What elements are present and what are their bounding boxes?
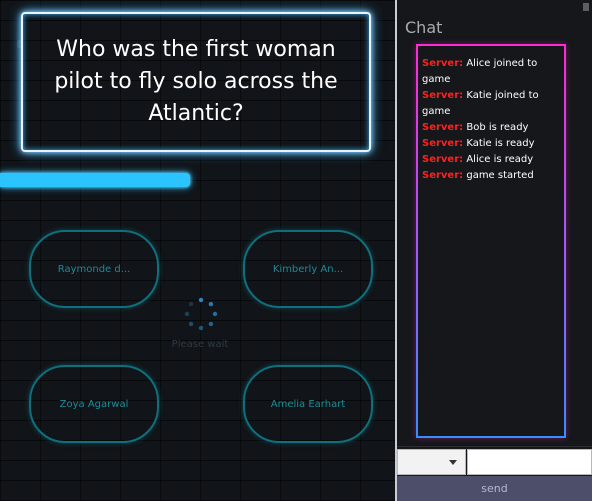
scroll-indicator [583, 3, 589, 11]
chat-message: Server: game started [422, 168, 560, 184]
timer-fill [0, 173, 190, 187]
timer-bar [0, 173, 190, 187]
question-text: Who was the first woman pilot to fly sol… [54, 37, 338, 126]
answer-button-3[interactable]: Zoya Agarwal [29, 365, 159, 443]
answer-button-2[interactable]: Kimberly An... [243, 230, 373, 308]
game-area: Who was the first woman pilot to fly sol… [0, 0, 395, 501]
chat-sender: Server: [422, 154, 464, 165]
chat-message: Server: Katie is ready [422, 136, 560, 152]
chat-message: Server: Alice is ready [422, 152, 560, 168]
answer-button-4[interactable]: Amelia Earhart [243, 365, 373, 443]
spinner-icon [184, 297, 218, 331]
chat-panel: Chat Server: Alice joined to game Server… [397, 0, 592, 501]
chat-sender: Server: [422, 58, 464, 69]
chat-message: Server: Katie joined to game [422, 88, 560, 120]
chat-title: Chat [405, 18, 443, 37]
chat-sender: Server: [422, 170, 464, 181]
chat-text: Katie is ready [466, 138, 535, 149]
answer-label: Zoya Agarwal [59, 398, 129, 410]
message-input[interactable] [467, 449, 592, 475]
chat-footer-divider [397, 446, 592, 447]
recipient-dropdown[interactable] [397, 449, 466, 475]
chat-text: game started [466, 170, 534, 181]
answer-label: Raymonde d... [57, 263, 131, 275]
chat-sender: Server: [422, 138, 464, 149]
send-button[interactable]: send [397, 476, 592, 501]
chat-sender: Server: [422, 122, 464, 133]
answer-label: Kimberly An... [272, 263, 344, 275]
answer-button-1[interactable]: Raymonde d... [29, 230, 159, 308]
chat-text: Bob is ready [466, 122, 529, 133]
chat-sender: Server: [422, 90, 464, 101]
chat-log: Server: Alice joined to game Server: Kat… [416, 44, 566, 438]
chat-text: Alice is ready [466, 154, 534, 165]
answer-label: Amelia Earhart [270, 398, 346, 410]
chevron-down-icon[interactable] [449, 460, 457, 465]
please-wait-text: Please wait [171, 339, 229, 350]
chat-message: Server: Alice joined to game [422, 56, 560, 88]
question-box: Who was the first woman pilot to fly sol… [21, 12, 371, 152]
chat-message: Server: Bob is ready [422, 120, 560, 136]
